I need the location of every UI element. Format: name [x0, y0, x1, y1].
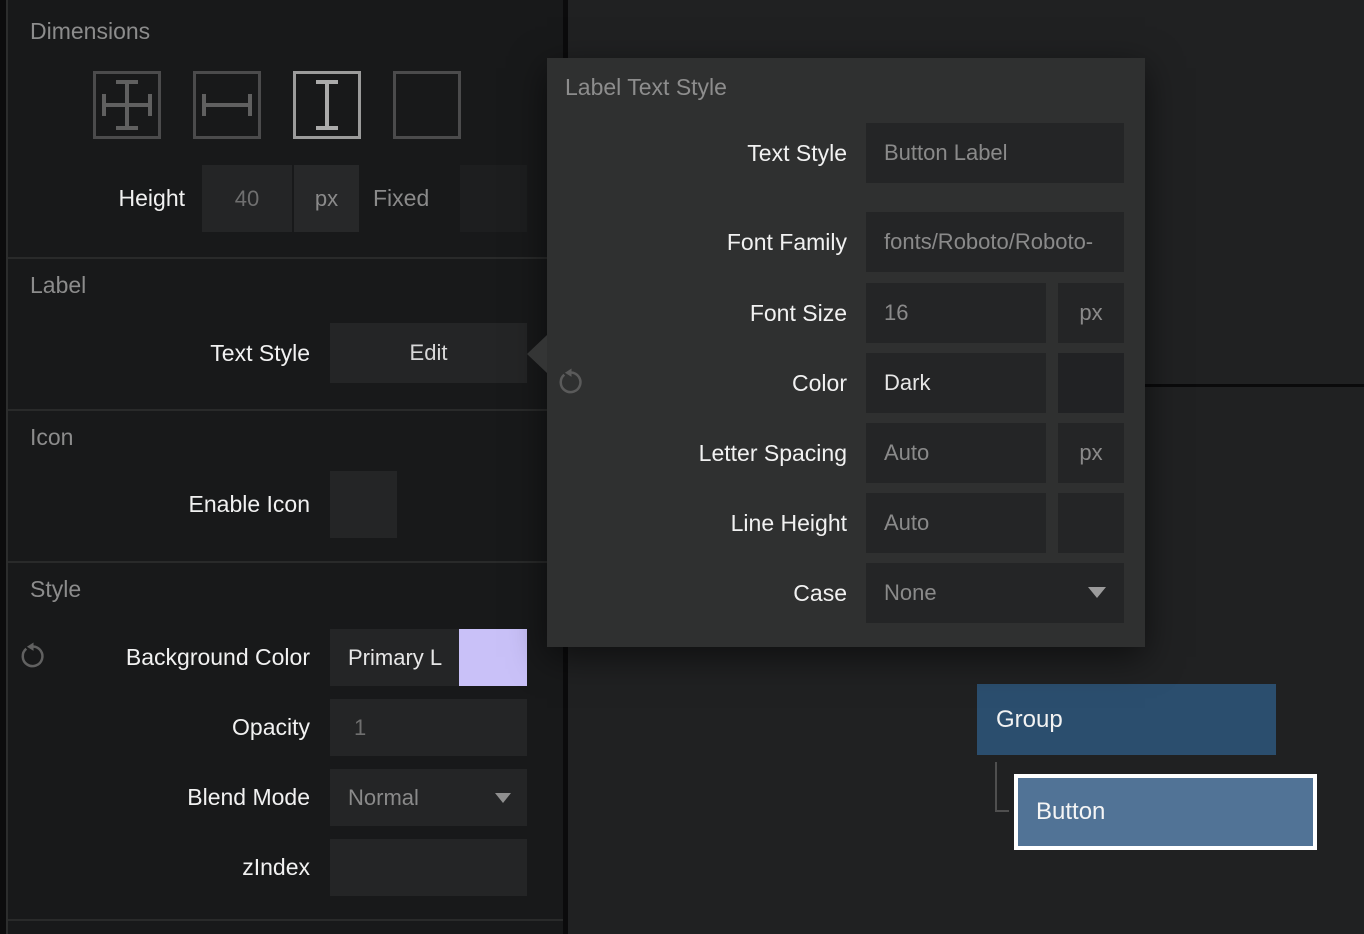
- zindex-row: zIndex: [8, 839, 563, 896]
- popup-font-size-unit-button[interactable]: px: [1058, 283, 1124, 343]
- fixed-checkbox[interactable]: [460, 165, 527, 232]
- background-color-swatch[interactable]: [459, 629, 527, 686]
- text-style-edit-button[interactable]: Edit: [330, 323, 527, 383]
- layer-connector-vertical: [995, 762, 997, 812]
- text-style-popup-row: Text Style Button Label: [547, 123, 1145, 183]
- button-layer-label: Button: [1036, 798, 1105, 826]
- background-color-value-field[interactable]: Primary L: [330, 629, 459, 686]
- label-text-style-popup: Label Text Style Text Style Button Label…: [547, 58, 1145, 647]
- popup-line-height-input[interactable]: Auto: [866, 493, 1046, 553]
- section-divider: [8, 409, 563, 411]
- group-layer-node[interactable]: Group: [977, 684, 1276, 755]
- blend-mode-row: Blend Mode Normal: [8, 769, 563, 826]
- opacity-row: Opacity 1: [8, 699, 563, 756]
- zindex-label: zIndex: [8, 839, 310, 896]
- fixed-label: Fixed: [373, 165, 443, 232]
- popup-color-swatch[interactable]: [1058, 353, 1124, 413]
- section-divider: [8, 257, 563, 259]
- opacity-label: Opacity: [8, 699, 310, 756]
- popup-text-style-input[interactable]: Button Label: [866, 123, 1124, 183]
- letter-spacing-popup-row: Letter Spacing Auto px: [547, 423, 1145, 483]
- dimension-mode-none-button[interactable]: [393, 71, 461, 139]
- button-layer-node-selected[interactable]: Button: [1014, 774, 1317, 850]
- label-section-title: Label: [30, 272, 86, 299]
- section-divider: [8, 919, 563, 921]
- section-divider: [8, 561, 563, 563]
- height-row: Height 40 px Fixed: [8, 165, 563, 232]
- horizontal-ibeam-icon: [196, 74, 258, 136]
- text-style-row: Text Style Edit: [8, 323, 563, 383]
- font-size-popup-row: Font Size 16 px: [547, 283, 1145, 343]
- popup-line-height-unit-button[interactable]: [1058, 493, 1124, 553]
- popup-color-label: Color: [547, 353, 847, 413]
- popup-case-value: None: [884, 580, 937, 606]
- height-unit-button[interactable]: px: [294, 165, 359, 232]
- popup-text-style-label: Text Style: [547, 123, 847, 183]
- background-color-label: Background Color: [8, 629, 310, 686]
- icon-section-title: Icon: [30, 424, 73, 451]
- line-height-popup-row: Line Height Auto: [547, 493, 1145, 553]
- blend-mode-value: Normal: [348, 785, 419, 811]
- color-popup-row: Color Dark: [547, 353, 1145, 413]
- width-and-height-ibeam-icon: [96, 74, 158, 136]
- popup-font-family-input[interactable]: fonts/Roboto/Roboto-: [866, 212, 1124, 272]
- inspector-panel: Dimensions Height 40 px Fixed Label Text…: [8, 0, 563, 934]
- font-family-popup-row: Font Family fonts/Roboto/Roboto-: [547, 212, 1145, 272]
- empty-box-icon: [396, 74, 458, 136]
- blend-mode-label: Blend Mode: [8, 769, 310, 826]
- enable-icon-row: Enable Icon: [8, 471, 563, 538]
- chevron-down-icon: [495, 793, 511, 803]
- popup-font-size-label: Font Size: [547, 283, 847, 343]
- height-label: Height: [8, 165, 185, 232]
- popup-line-height-label: Line Height: [547, 493, 847, 553]
- enable-icon-label: Enable Icon: [8, 471, 310, 538]
- vertical-ibeam-icon: [296, 74, 358, 136]
- popup-letter-spacing-unit-button[interactable]: px: [1058, 423, 1124, 483]
- popup-letter-spacing-label: Letter Spacing: [547, 423, 847, 483]
- chevron-down-icon: [1088, 587, 1106, 598]
- dimension-mode-both-button[interactable]: [93, 71, 161, 139]
- dimension-mode-width-button[interactable]: [193, 71, 261, 139]
- case-popup-row: Case None: [547, 563, 1145, 623]
- dimensions-section-title: Dimensions: [30, 18, 150, 45]
- popup-title: Label Text Style: [565, 74, 727, 101]
- zindex-input[interactable]: [330, 839, 527, 896]
- popup-color-value-field[interactable]: Dark: [866, 353, 1046, 413]
- layer-connector-horizontal: [995, 810, 1009, 812]
- popup-font-family-label: Font Family: [547, 212, 847, 272]
- popup-font-size-input[interactable]: 16: [866, 283, 1046, 343]
- text-style-label: Text Style: [8, 323, 310, 383]
- height-input[interactable]: 40: [202, 165, 292, 232]
- blend-mode-dropdown[interactable]: Normal: [330, 769, 527, 826]
- background-color-row: Background Color Primary L: [8, 629, 563, 686]
- popup-letter-spacing-input[interactable]: Auto: [866, 423, 1046, 483]
- enable-icon-checkbox[interactable]: [330, 471, 397, 538]
- opacity-input[interactable]: 1: [330, 699, 527, 756]
- group-layer-label: Group: [996, 706, 1063, 734]
- popup-caret: [527, 335, 547, 373]
- style-section-title: Style: [30, 576, 81, 603]
- dimension-mode-height-button[interactable]: [293, 71, 361, 139]
- popup-case-dropdown[interactable]: None: [866, 563, 1124, 623]
- popup-case-label: Case: [547, 563, 847, 623]
